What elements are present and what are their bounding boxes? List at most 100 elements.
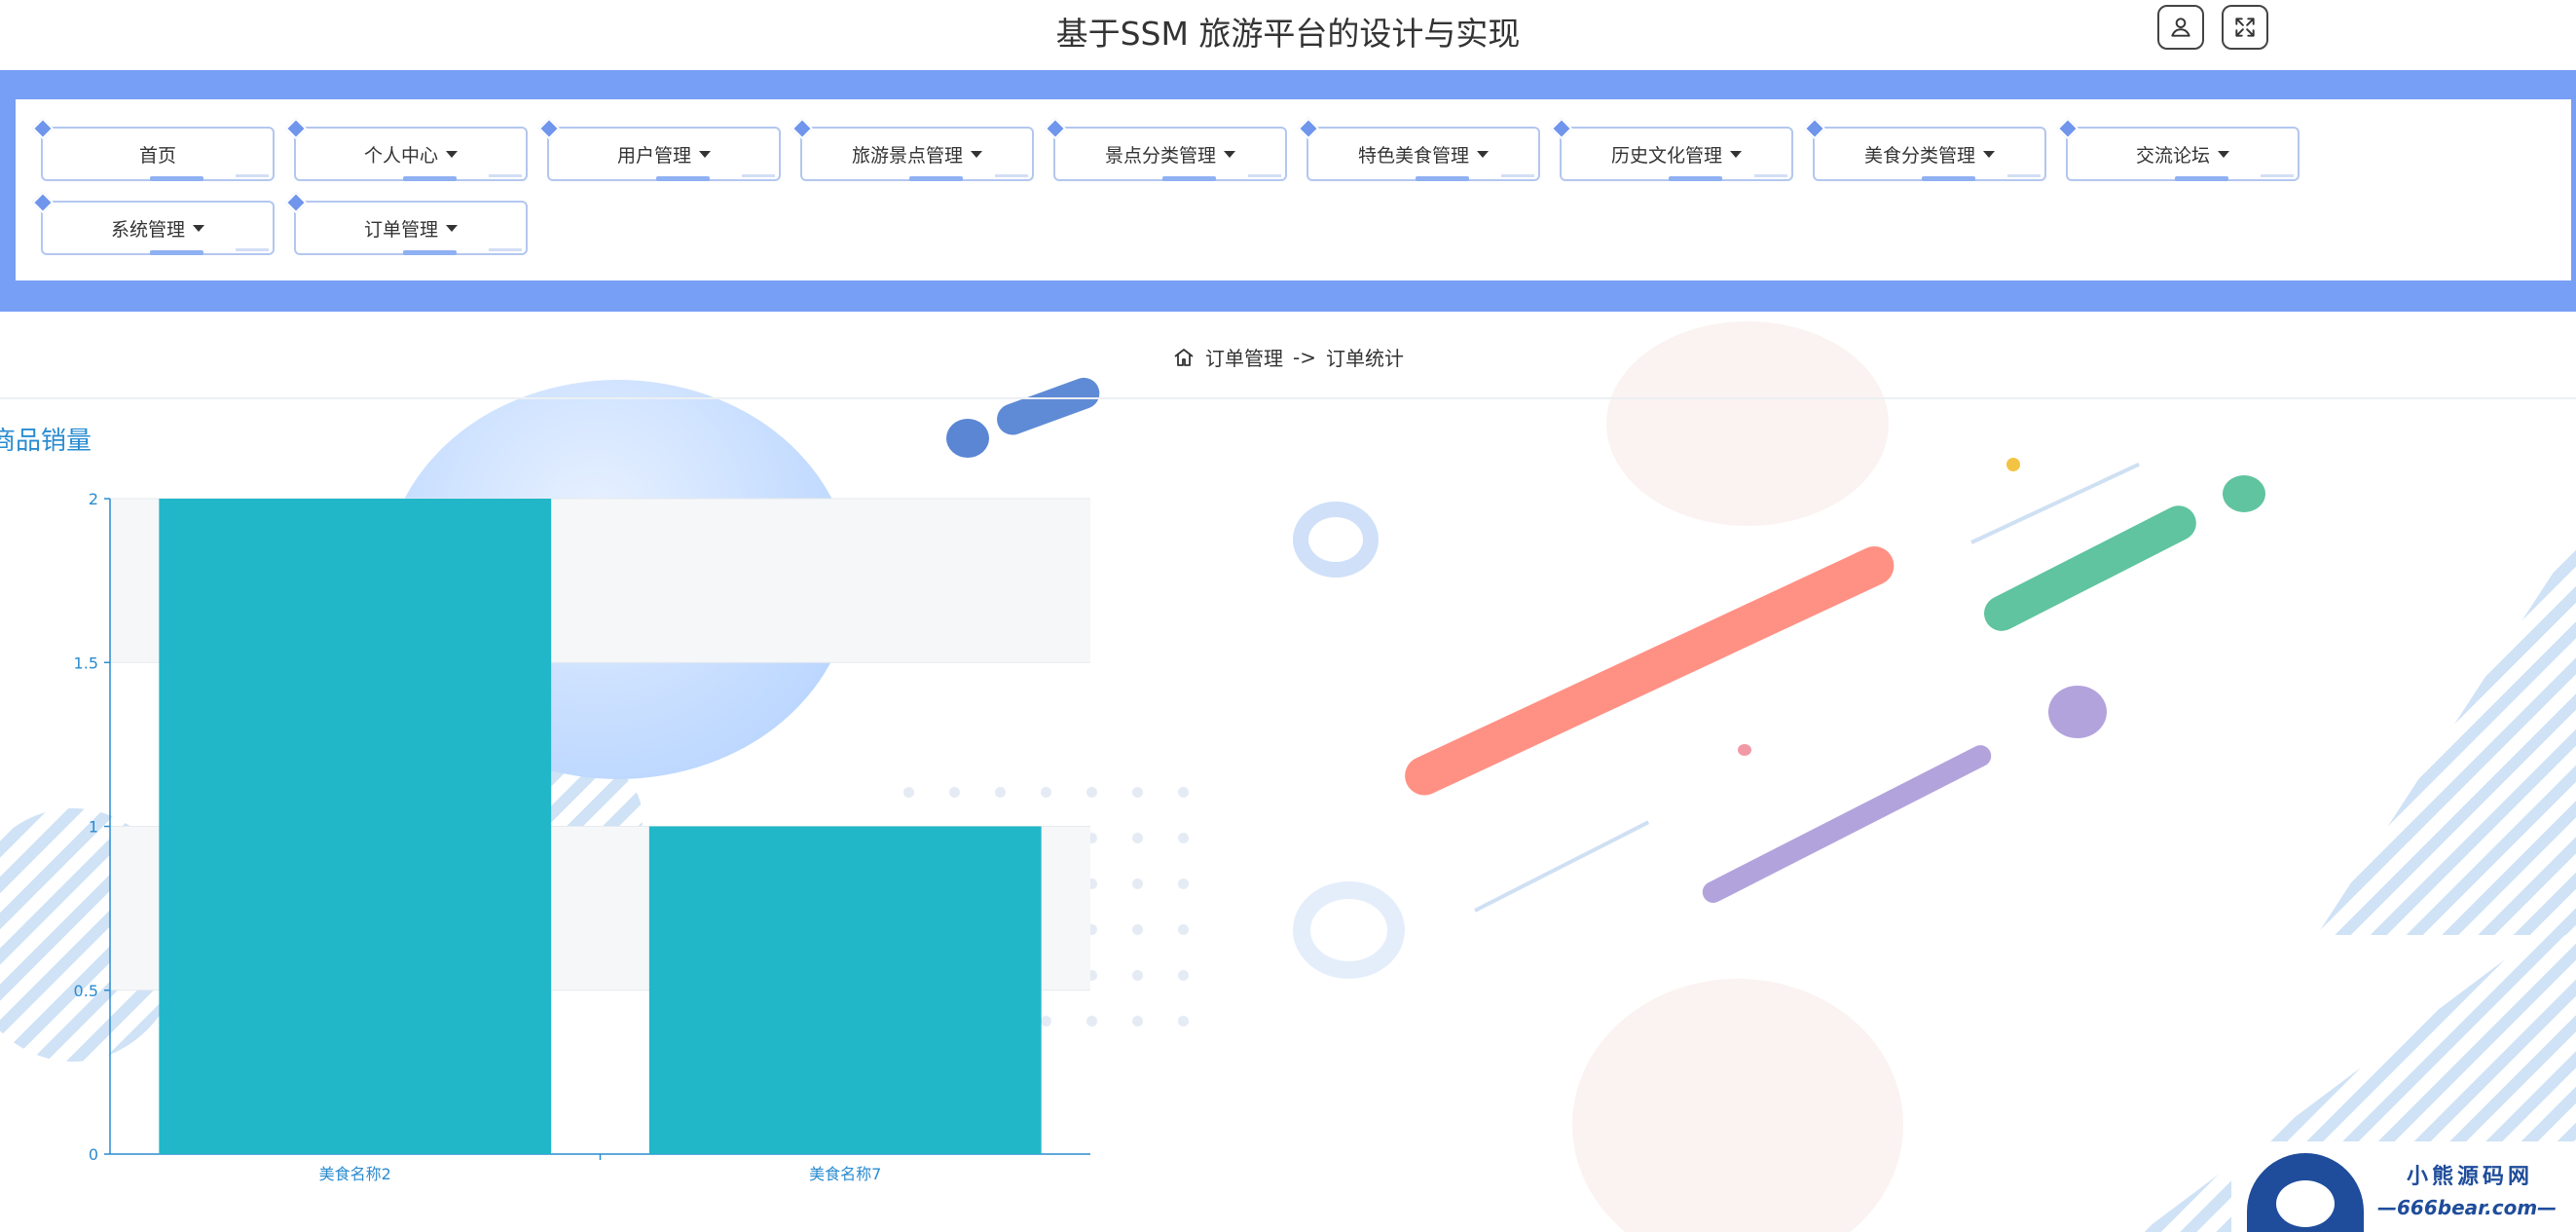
fullscreen-button[interactable] xyxy=(2222,5,2268,50)
nav-tick xyxy=(2007,174,2041,177)
nav-item-order-management[interactable]: 订单管理 xyxy=(284,191,528,255)
x-tick-label: 美食名称2 xyxy=(319,1165,391,1183)
background-dot-yellow xyxy=(2006,458,2020,471)
nav-diamond-icon xyxy=(284,191,308,214)
nav-diamond-icon xyxy=(2056,117,2079,140)
nav-tick xyxy=(1754,174,1787,177)
fullscreen-icon xyxy=(2235,18,2255,37)
nav-item-food-management[interactable]: 特色美食管理 xyxy=(1297,117,1540,181)
caret-down-icon xyxy=(1477,150,1489,158)
nav-tick xyxy=(2261,174,2294,177)
chart-bar xyxy=(159,499,552,1154)
nav-tick xyxy=(742,174,775,177)
nav-diamond-icon xyxy=(1803,117,1826,140)
y-tick-label: 2 xyxy=(89,490,98,508)
caret-down-icon xyxy=(1730,150,1742,158)
nav-diamond-icon xyxy=(1297,117,1320,140)
background-stripes-right xyxy=(2317,487,2576,935)
nav-underline xyxy=(150,176,203,181)
nav-item-label: 交流论坛 xyxy=(2135,144,2210,167)
nav-diamond-icon xyxy=(31,191,55,214)
nav-underline xyxy=(909,176,963,181)
background-pill-blue xyxy=(992,373,1104,440)
nav-item-food-category[interactable]: 美食分类管理 xyxy=(1803,117,2046,181)
nav-diamond-icon xyxy=(1550,117,1573,140)
user-icon xyxy=(2171,18,2190,37)
nav-tick xyxy=(995,174,1028,177)
nav-item-personal-center[interactable]: 个人中心 xyxy=(284,117,528,181)
nav-underline xyxy=(403,176,457,181)
caret-down-icon xyxy=(699,150,711,158)
nav-item-attraction-category[interactable]: 景点分类管理 xyxy=(1044,117,1287,181)
nav-underline xyxy=(1416,176,1469,181)
watermark-logo: 小熊源码网 —666bear.com— xyxy=(2231,1141,2576,1232)
sales-bar-chart: 0 0.5 1 1.5 2 美食名称2 美食名称7 xyxy=(74,490,1090,1183)
bear-logo-icon xyxy=(2247,1153,2364,1232)
nav-tick xyxy=(236,174,269,177)
nav-item-attraction-management[interactable]: 旅游景点管理 xyxy=(791,117,1034,181)
nav-item-history-management[interactable]: 历史文化管理 xyxy=(1550,117,1793,181)
chart-title: 商品销量 xyxy=(0,427,92,456)
watermark-name: 小熊源码网 xyxy=(2407,1165,2534,1189)
nav-diamond-icon xyxy=(791,117,814,140)
main-nav: 首页 个人中心 用户管理 旅游景点管理 景点分类管理 特色美食管理 历史文化管理… xyxy=(0,70,2576,312)
background-pill-purple xyxy=(1699,741,1996,907)
breadcrumb-current: 订单统计 xyxy=(1325,347,1404,370)
background-line-bottom xyxy=(1474,820,1650,913)
nav-item-label: 景点分类管理 xyxy=(1104,144,1216,167)
nav-item-home[interactable]: 首页 xyxy=(31,117,275,181)
nav-underline xyxy=(1669,176,1722,181)
y-tick-label: 0.5 xyxy=(74,982,98,1000)
watermark-url: —666bear.com— xyxy=(2377,1196,2558,1219)
nav-tick xyxy=(489,248,522,251)
nav-diamond-icon xyxy=(1044,117,1067,140)
caret-down-icon xyxy=(1983,150,1995,158)
caret-down-icon xyxy=(1224,150,1235,158)
y-tick-label: 1.5 xyxy=(74,653,98,672)
nav-underline xyxy=(1922,176,1975,181)
nav-item-system-management[interactable]: 系统管理 xyxy=(31,191,275,255)
background-dot-green xyxy=(2223,475,2265,512)
nav-underline xyxy=(2175,176,2228,181)
background-ring-top xyxy=(1293,502,1379,578)
nav-tick xyxy=(1248,174,1281,177)
nav-tick xyxy=(1501,174,1534,177)
breadcrumb-parent[interactable]: 订单管理 xyxy=(1205,343,1283,371)
nav-underline xyxy=(1162,176,1216,181)
breadcrumb: 订单管理 -> 订单统计 xyxy=(0,343,2576,371)
breadcrumb-separator: -> xyxy=(1293,345,1316,369)
chart-bar xyxy=(648,826,1042,1154)
caret-down-icon xyxy=(446,224,458,232)
nav-underline xyxy=(656,176,710,181)
nav-tick xyxy=(489,174,522,177)
nav-item-label: 美食分类管理 xyxy=(1863,144,1975,167)
background-dot-purple xyxy=(2048,686,2107,738)
y-tick-label: 1 xyxy=(89,818,98,837)
x-tick-label: 美食名称7 xyxy=(809,1165,881,1183)
nav-item-forum[interactable]: 交流论坛 xyxy=(2056,117,2300,181)
nav-item-label: 系统管理 xyxy=(110,218,185,241)
caret-down-icon xyxy=(971,150,982,158)
nav-underline xyxy=(403,250,457,255)
home-icon[interactable] xyxy=(1172,346,1196,369)
nav-item-label: 首页 xyxy=(138,144,176,167)
background-dot-pink xyxy=(1738,744,1751,756)
nav-tick xyxy=(236,248,269,251)
caret-down-icon xyxy=(446,150,458,158)
background-line-top xyxy=(1970,462,2141,544)
caret-down-icon xyxy=(2218,150,2229,158)
user-center-button[interactable] xyxy=(2157,5,2204,50)
nav-item-label: 用户管理 xyxy=(616,144,691,167)
nav-item-label: 订单管理 xyxy=(363,218,438,241)
nav-diamond-icon xyxy=(537,117,561,140)
nav-item-user-management[interactable]: 用户管理 xyxy=(537,117,781,181)
app-header: 基于SSM 旅游平台的设计与实现 xyxy=(0,0,2576,68)
y-tick-label: 0 xyxy=(89,1145,98,1164)
breadcrumb-divider xyxy=(0,397,2576,399)
background-pill-coral xyxy=(1398,540,1900,803)
background-dot-blue xyxy=(946,419,989,458)
nav-underline xyxy=(150,250,203,255)
nav-menu: 首页 个人中心 用户管理 旅游景点管理 景点分类管理 特色美食管理 历史文化管理… xyxy=(16,99,2571,280)
background-ring-bottom xyxy=(1293,881,1405,979)
nav-diamond-icon xyxy=(284,117,308,140)
